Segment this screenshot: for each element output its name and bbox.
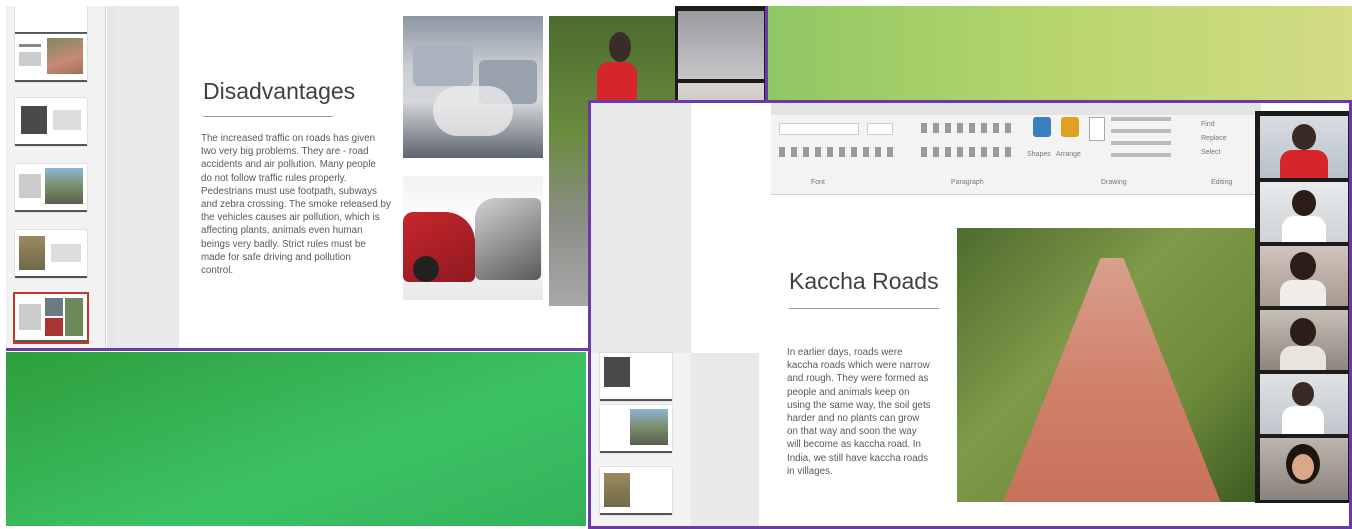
editor-background — [691, 353, 759, 526]
shape-format-options[interactable] — [1111, 117, 1171, 157]
traffic-pollution-image — [403, 16, 543, 158]
participant-video-tile[interactable] — [1259, 115, 1349, 179]
participant-video-tile[interactable] — [1259, 181, 1349, 243]
ribbon-toolbar: Shapes Arrange Find Replace Select Font … — [771, 103, 1261, 195]
slide-thumbnail[interactable] — [600, 467, 672, 515]
arrange-button-label[interactable]: Arrange — [1056, 151, 1081, 158]
participant-video-tile[interactable] — [677, 10, 765, 80]
slide-thumbnail[interactable] — [15, 164, 87, 212]
slide-thumbnail-pane — [591, 353, 691, 526]
editor-background — [591, 103, 691, 353]
thumbnail-scrollbar[interactable] — [107, 6, 117, 348]
slide-thumbnail-selected[interactable] — [13, 292, 89, 344]
alignment-buttons[interactable] — [921, 147, 1011, 157]
participant-video-tile[interactable] — [1259, 309, 1349, 371]
ribbon-group-font: Font — [811, 179, 826, 186]
shapes-button-label[interactable]: Shapes — [1027, 151, 1051, 158]
slide-thumbnail[interactable] — [15, 6, 87, 34]
slide-title: Kaccha Roads — [789, 268, 939, 294]
participant-video-tile[interactable] — [1259, 245, 1349, 307]
shared-screen-right: Shapes Arrange Find Replace Select Font … — [588, 100, 1352, 529]
font-name-box[interactable] — [779, 123, 859, 135]
font-size-box[interactable] — [867, 123, 893, 135]
replace-button[interactable]: Replace — [1201, 135, 1227, 142]
editor-background — [117, 6, 179, 348]
ribbon-group-drawing: Drawing — [1101, 179, 1127, 186]
slide-thumbnail[interactable] — [600, 353, 672, 401]
slide-body-text: The increased traffic on roads has given… — [201, 133, 391, 277]
ribbon-group-paragraph: Paragraph — [951, 179, 984, 186]
slide-canvas: Kaccha Roads In earlier days, roads were… — [759, 196, 1259, 526]
participant-video-strip — [1255, 111, 1349, 503]
title-divider — [203, 116, 333, 117]
find-button[interactable]: Find — [1201, 121, 1215, 128]
green-background-panel — [6, 352, 586, 526]
green-background-panel — [768, 6, 1352, 102]
slide-body-text: In earlier days, roads were kaccha roads… — [787, 347, 931, 477]
title-divider — [789, 308, 939, 309]
car-accident-image — [403, 176, 543, 300]
slide-thumbnail[interactable] — [15, 230, 87, 278]
arrange-icon[interactable] — [1061, 117, 1079, 137]
slide-thumbnail-pane — [6, 6, 106, 348]
ribbon-group-editing: Editing — [1211, 179, 1233, 186]
kaccha-road-image — [957, 228, 1257, 502]
participant-video-tile[interactable] — [1259, 437, 1349, 501]
font-format-buttons[interactable] — [779, 147, 899, 157]
shapes-icon[interactable] — [1033, 117, 1051, 137]
participant-video-tile[interactable] — [1259, 373, 1349, 435]
slide-thumbnail[interactable] — [600, 405, 672, 453]
select-button[interactable]: Select — [1201, 149, 1220, 156]
quick-styles-icon[interactable] — [1089, 117, 1105, 141]
slide-thumbnail[interactable] — [15, 98, 87, 146]
slide-thumbnail[interactable] — [15, 34, 87, 82]
ribbon-tabs — [771, 103, 1261, 115]
slide-title: Disadvantages — [203, 78, 356, 104]
paragraph-buttons[interactable] — [921, 123, 1011, 133]
